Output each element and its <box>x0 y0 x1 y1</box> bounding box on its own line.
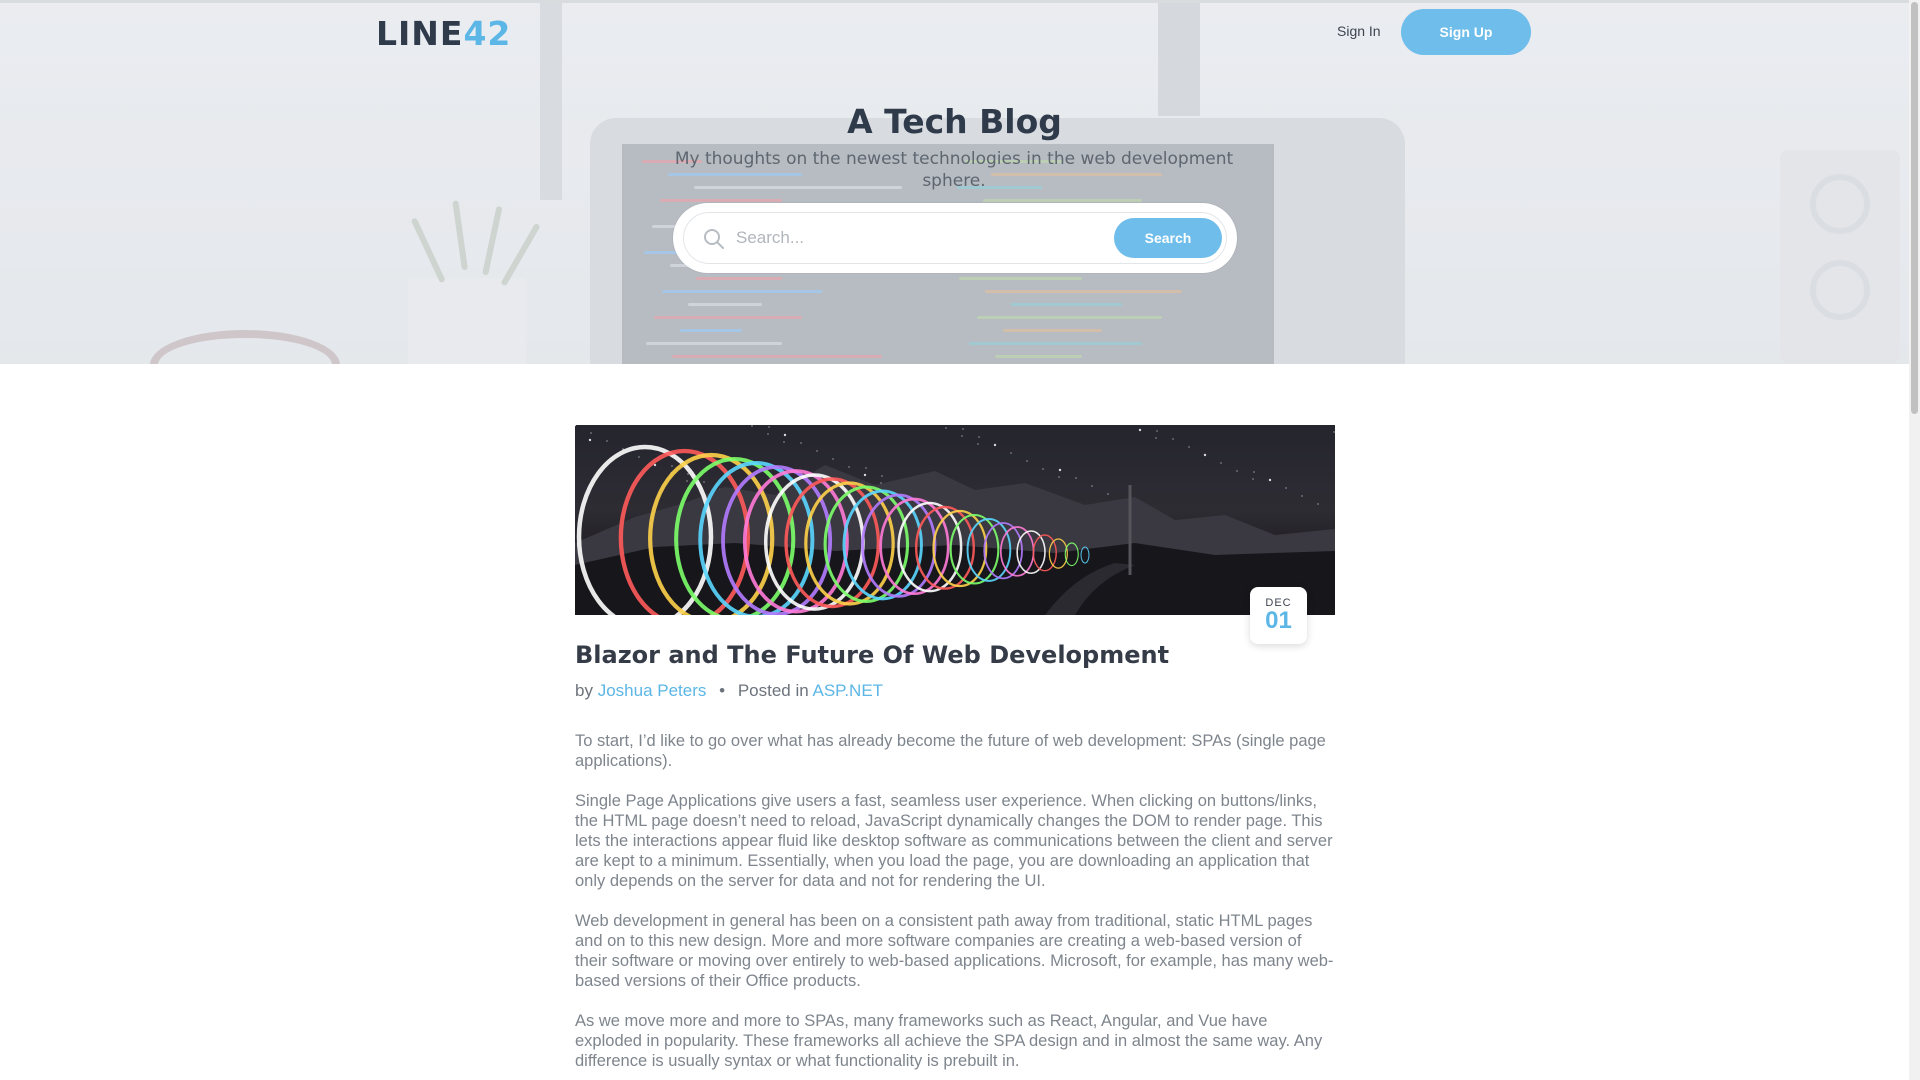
star <box>1252 478 1254 480</box>
star <box>575 425 577 427</box>
star <box>588 438 592 442</box>
star <box>865 467 867 469</box>
star <box>783 433 787 437</box>
post-title[interactable]: Blazor and The Future Of Web Development <box>575 641 1169 669</box>
search-input[interactable] <box>736 221 1076 255</box>
scrollbar-thumb[interactable] <box>1911 2 1918 414</box>
search-button[interactable]: Search <box>1114 218 1222 258</box>
star <box>653 463 657 467</box>
search-icon <box>704 229 724 249</box>
post-date-badge: DEC 01 <box>1250 587 1307 644</box>
star <box>1075 477 1077 479</box>
star <box>622 448 624 450</box>
logo-accent: 42 <box>463 14 512 53</box>
star <box>686 480 688 482</box>
star <box>767 433 769 435</box>
star <box>1138 428 1142 432</box>
logo-text: LINE <box>376 14 464 53</box>
post-paragraph: Web development in general has been on a… <box>575 912 1334 990</box>
star <box>945 427 947 429</box>
star <box>1203 453 1207 457</box>
star <box>1301 495 1303 497</box>
star <box>1042 468 1044 470</box>
star <box>1172 438 1174 440</box>
site-logo[interactable]: LINE42 <box>376 14 511 53</box>
star <box>848 466 850 468</box>
star <box>1010 452 1012 454</box>
star <box>832 458 834 460</box>
star <box>783 441 785 443</box>
top-strip <box>0 0 1909 3</box>
light-painting-illustration <box>575 425 1335 615</box>
page-scrollbar[interactable] <box>1909 0 1920 1080</box>
category-link[interactable]: ASP.NET <box>813 681 884 700</box>
meta-separator: • <box>719 681 726 700</box>
star <box>978 436 980 438</box>
star <box>1058 476 1060 478</box>
post-paragraph: To start, I’d like to go over what has a… <box>575 732 1326 770</box>
star <box>962 428 964 430</box>
sign-up-button[interactable]: Sign Up <box>1401 9 1531 55</box>
star <box>1091 485 1093 487</box>
by-label: by <box>575 681 593 700</box>
star <box>1026 460 1028 462</box>
star <box>1253 471 1255 473</box>
star <box>768 426 770 428</box>
post-paragraph: As we move more and more to SPAs, many f… <box>575 1012 1323 1070</box>
page-subtitle: My thoughts on the newest technologies i… <box>674 149 1234 191</box>
star <box>687 473 689 475</box>
star <box>1236 470 1238 472</box>
star <box>881 475 883 477</box>
star <box>1220 462 1222 464</box>
star <box>703 481 705 483</box>
star <box>961 435 963 437</box>
star <box>977 443 979 445</box>
star <box>816 450 818 452</box>
star <box>1188 446 1190 448</box>
star <box>638 456 640 458</box>
star <box>863 473 867 477</box>
star <box>751 425 753 427</box>
post-body: To start, I’d like to go over what has a… <box>575 731 1337 1080</box>
star <box>590 432 592 434</box>
star <box>1317 503 1319 505</box>
star <box>993 443 997 447</box>
author-link[interactable]: Joshua Peters <box>598 681 707 700</box>
star <box>1156 430 1158 432</box>
star <box>800 442 802 444</box>
page-title: A Tech Blog <box>847 102 1062 141</box>
star <box>606 440 608 442</box>
posted-in-label: Posted in <box>737 681 809 700</box>
star <box>671 465 673 467</box>
post-date-day: 01 <box>1265 607 1292 634</box>
search-bar: Search <box>673 203 1237 273</box>
star <box>1155 437 1157 439</box>
sign-in-link[interactable]: Sign In <box>1337 23 1381 39</box>
star <box>1058 468 1062 472</box>
star <box>1107 493 1109 495</box>
search-field-container: Search <box>683 212 1227 264</box>
post-featured-image <box>575 425 1335 615</box>
post-paragraph: Single Page Applications give users a fa… <box>575 792 1333 890</box>
star <box>1285 487 1287 489</box>
star <box>880 482 882 484</box>
post-meta: by Joshua Peters • Posted in ASP.NET <box>575 681 883 701</box>
star <box>1268 478 1272 482</box>
hero-banner: LINE42 Sign In Sign Up A Tech Blog My th… <box>0 0 1909 364</box>
star <box>1333 431 1335 433</box>
